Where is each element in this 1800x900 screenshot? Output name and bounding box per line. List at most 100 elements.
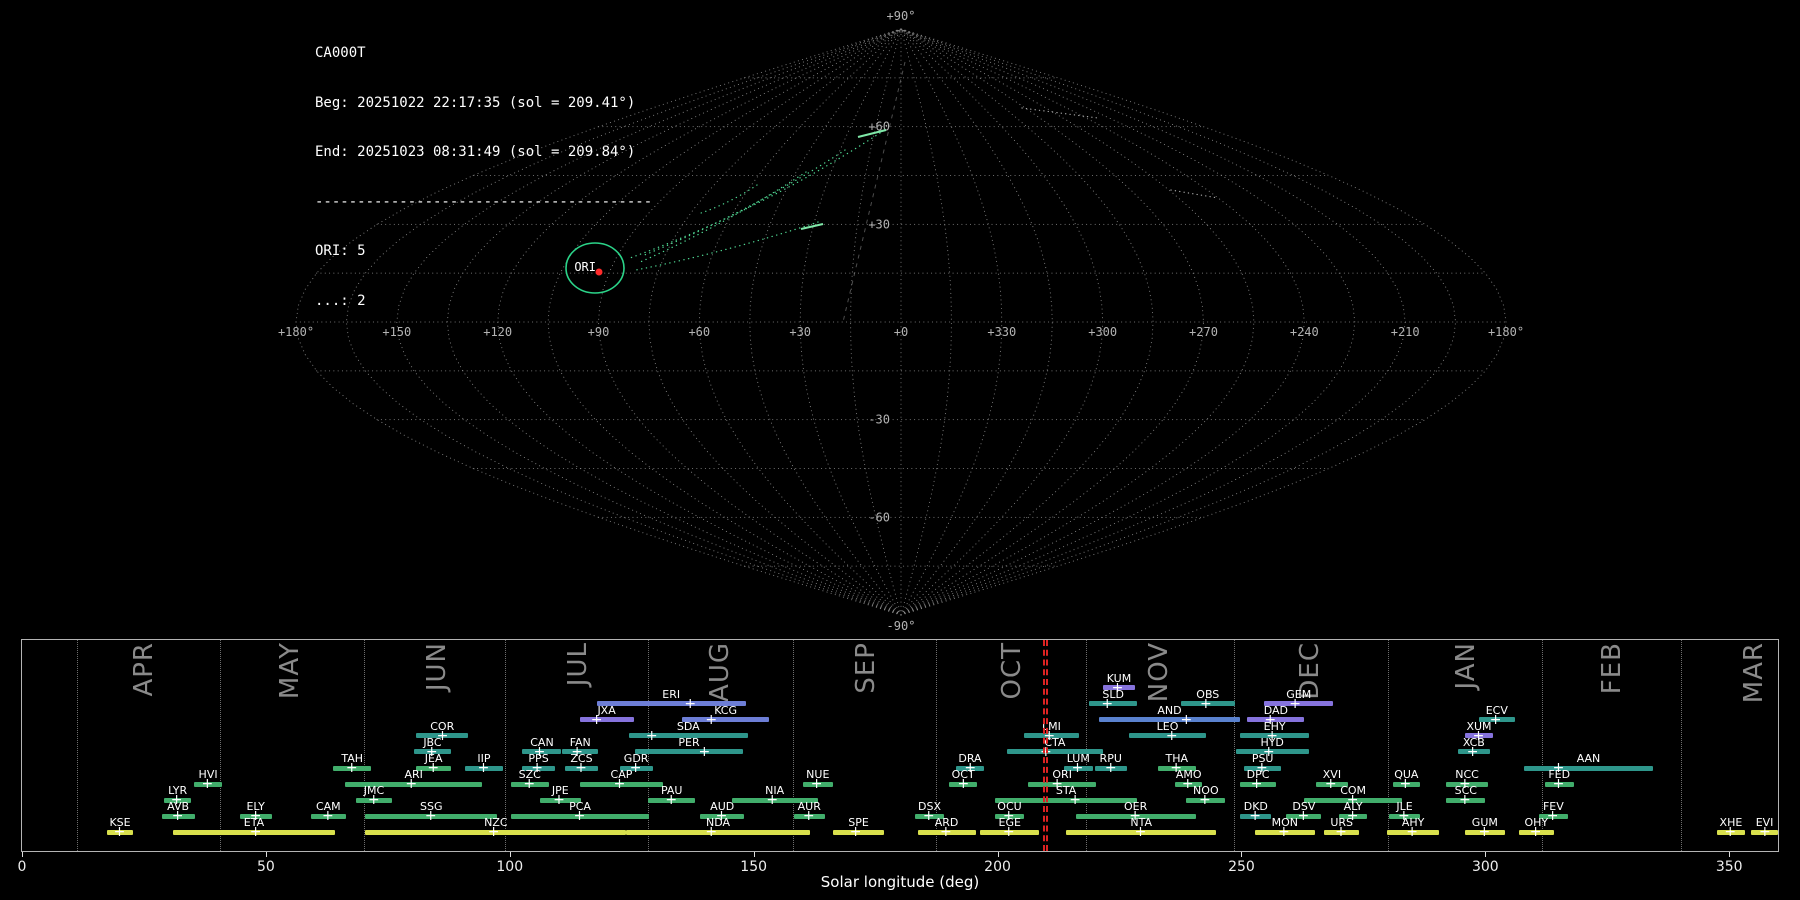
month-boundary-line xyxy=(364,640,365,851)
shower-peak-marker-nue: + xyxy=(811,777,823,791)
shower-peak-marker-oct: + xyxy=(958,777,970,791)
lon-label: +210 xyxy=(1391,325,1420,339)
shower-peak-marker-rpu: + xyxy=(1105,761,1117,775)
shower-bar-nda xyxy=(626,830,809,835)
shower-peak-marker-gem: + xyxy=(1289,697,1301,711)
shower-label-sda: SDA xyxy=(677,721,700,732)
grid-meridian xyxy=(699,29,901,615)
shower-peak-marker-dsx: + xyxy=(923,809,935,823)
shower-peak-marker-spe: + xyxy=(850,825,862,839)
shower-peak-marker-obs: + xyxy=(1200,697,1212,711)
tick-mark xyxy=(510,852,511,857)
shower-peak-marker-jmc: + xyxy=(368,793,380,807)
lat-label: +30 xyxy=(868,217,890,231)
month-boundary-line xyxy=(1234,640,1235,851)
month-label-feb: FEB xyxy=(1599,642,1625,694)
shower-peak-marker-xcb: + xyxy=(1467,745,1479,759)
tick-mark xyxy=(266,852,267,857)
lat-label: -90° xyxy=(887,619,916,633)
lon-label: +150 xyxy=(382,325,411,339)
meteor-trail-ori xyxy=(630,133,880,258)
lon-label: +240 xyxy=(1290,325,1319,339)
month-label-mar: MAR xyxy=(1741,642,1767,703)
month-label-aug: AUG xyxy=(707,642,733,702)
month-label-nov: NOV xyxy=(1146,642,1172,702)
lon-label: +90 xyxy=(588,325,610,339)
shower-peak-marker-avb: + xyxy=(172,809,184,823)
shower-peak-marker-ari: + xyxy=(405,777,417,791)
shower-bar-aan xyxy=(1524,766,1652,771)
shower-peak-marker-dkd: + xyxy=(1249,809,1261,823)
shower-peak-marker-dsv: + xyxy=(1298,809,1310,823)
shower-peak-marker-fed: + xyxy=(1553,777,1565,791)
shower-peak-marker-ohy: + xyxy=(1530,825,1542,839)
shower-peak-marker-eta: + xyxy=(250,825,262,839)
month-boundary-line xyxy=(1086,640,1087,851)
shower-peak-marker-cap: + xyxy=(614,777,626,791)
shower-peak-marker-scc: + xyxy=(1459,793,1471,807)
shower-peak-marker-qua: + xyxy=(1399,777,1411,791)
lon-label: +180° xyxy=(278,325,314,339)
month-boundary-line xyxy=(648,640,649,851)
radiant-label: ORI xyxy=(574,260,596,274)
shower-peak-marker-hvi: + xyxy=(201,777,213,791)
shower-peak-marker-ssg: + xyxy=(425,809,437,823)
shower-peak-marker-nda: + xyxy=(705,825,717,839)
meteor-trail-ori xyxy=(642,150,845,256)
shower-peak-marker-eri: + xyxy=(684,697,696,711)
shower-peak-marker-kse: + xyxy=(114,825,126,839)
grid-meridian xyxy=(901,29,1355,615)
month-label-jan: JAN xyxy=(1453,642,1479,689)
lon-label: +270 xyxy=(1189,325,1218,339)
tick-mark xyxy=(1241,852,1242,857)
shower-peak-marker-aur: + xyxy=(803,809,815,823)
shower-activity-chart: APRMAYJUNJULAUGSEPOCTNOVDECJANFEBMARKUM+… xyxy=(21,639,1779,852)
shower-peak-marker-ege: + xyxy=(1003,825,1015,839)
month-label-may: MAY xyxy=(277,642,303,699)
shower-peak-marker-noo: + xyxy=(1199,793,1211,807)
shower-label-per: PER xyxy=(678,737,699,748)
meteor-radiant-screen: CA000T Beg: 20251022 22:17:35 (sol = 209… xyxy=(0,0,1800,900)
grid-meridian xyxy=(901,29,1002,615)
month-label-apr: APR xyxy=(131,642,157,697)
month-boundary-line xyxy=(1388,640,1389,851)
shower-peak-marker-szc: + xyxy=(523,777,535,791)
lon-label: +30 xyxy=(789,325,811,339)
grid-meridian xyxy=(901,29,951,615)
lat-label: +90° xyxy=(887,9,916,23)
lat-label: -30 xyxy=(868,413,890,427)
lat-label: -60 xyxy=(868,510,890,524)
meteor-trail-ori xyxy=(701,185,757,213)
shower-peak-marker-pca: + xyxy=(574,809,586,823)
shower-peak-marker-per: + xyxy=(699,745,711,759)
shower-peak-marker-gum: + xyxy=(1478,825,1490,839)
month-label-oct: OCT xyxy=(999,642,1025,700)
tick-mark xyxy=(1729,852,1730,857)
shower-label-kcg: KCG xyxy=(714,705,737,716)
shower-peak-marker-jxa: + xyxy=(591,713,603,727)
meteor-trail-sporadic xyxy=(1171,190,1218,198)
shower-bar-jxa xyxy=(580,717,634,722)
month-boundary-line xyxy=(220,640,221,851)
shower-peak-marker-xhe: + xyxy=(1724,825,1736,839)
lon-label: +60 xyxy=(688,325,710,339)
shower-peak-marker-pau: + xyxy=(665,793,677,807)
shower-peak-marker-nta: + xyxy=(1135,825,1147,839)
shower-peak-marker-cam: + xyxy=(322,809,334,823)
shower-peak-marker-dpc: + xyxy=(1251,777,1263,791)
shower-peak-marker-lum: + xyxy=(1072,761,1084,775)
shower-peak-marker-sta: + xyxy=(1069,793,1081,807)
month-label-jul: JUL xyxy=(565,642,591,686)
tick-mark xyxy=(22,852,23,857)
sky-map: +180°+150+120+90+60+30+0+330+300+270+240… xyxy=(0,0,1800,640)
shower-label-aan: AAN xyxy=(1577,753,1601,764)
lon-label: +120 xyxy=(483,325,512,339)
shower-peak-marker-jpe: + xyxy=(553,793,565,807)
shower-peak-marker-fev: + xyxy=(1547,809,1559,823)
shower-peak-marker-nia: + xyxy=(766,793,778,807)
lon-label: +180° xyxy=(1488,325,1524,339)
shower-peak-marker-ard: + xyxy=(940,825,952,839)
grid-meridian xyxy=(901,29,1103,615)
shower-peak-marker-nzc: + xyxy=(488,825,500,839)
month-boundary-line xyxy=(1681,640,1682,851)
